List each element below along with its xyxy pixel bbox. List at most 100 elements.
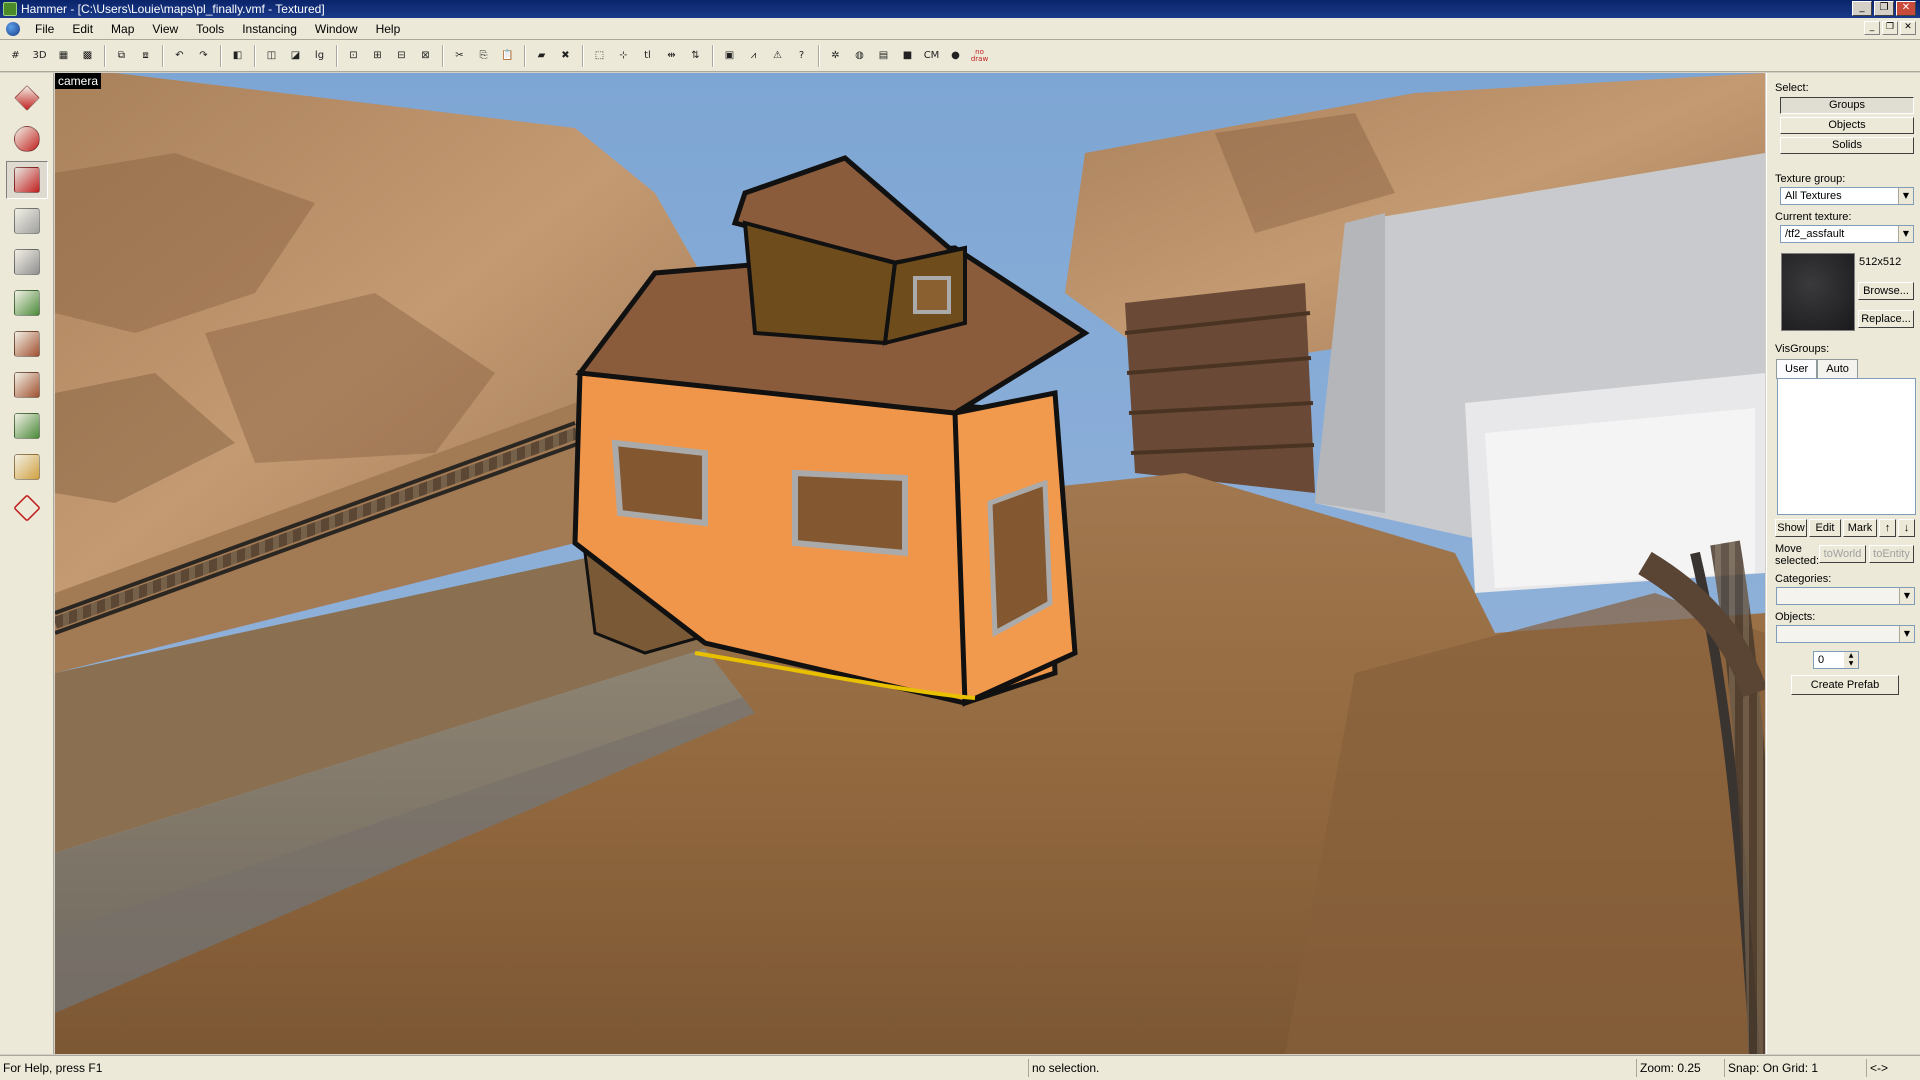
select-box-button[interactable]: ⬚ <box>588 44 611 67</box>
overlays-button[interactable]: ▤ <box>872 44 895 67</box>
to-world-button[interactable]: toWorld <box>1819 545 1866 563</box>
hide-unselected-button[interactable]: ◪ <box>284 44 307 67</box>
texture-application-button[interactable] <box>6 284 48 322</box>
select-objects-button[interactable]: Objects <box>1780 117 1914 134</box>
stepper-arrows[interactable]: ▲ ▼ <box>1844 652 1858 668</box>
minimize-button[interactable]: _ <box>1852 1 1872 16</box>
menu-file[interactable]: File <box>26 19 63 39</box>
cordon-clear-button[interactable]: ⊠ <box>414 44 437 67</box>
show-button[interactable]: Show <box>1775 519 1807 537</box>
hazard-stripe-button[interactable]: ▰ <box>530 44 553 67</box>
menu-instancing[interactable]: Instancing <box>233 19 306 39</box>
menu-window[interactable]: Window <box>306 19 367 39</box>
menu-help[interactable]: Help <box>367 19 410 39</box>
entity-report-button[interactable]: ⩘ <box>742 44 765 67</box>
categories-select[interactable]: ▼ <box>1776 587 1915 605</box>
replace-button[interactable]: Replace... <box>1858 310 1914 328</box>
tab-auto[interactable]: Auto <box>1817 359 1858 378</box>
close-button[interactable]: ✕ <box>1896 1 1916 16</box>
block-tool-button[interactable] <box>6 243 48 281</box>
doc-minimize-button[interactable]: _ <box>1864 21 1880 35</box>
prefab-count-stepper[interactable]: 0 ▲ ▼ <box>1813 651 1859 669</box>
menu-edit[interactable]: Edit <box>63 19 102 39</box>
objects-label: Objects: <box>1775 611 1816 623</box>
hazard-cross-button[interactable]: ✖ <box>554 44 577 67</box>
tab-user[interactable]: User <box>1776 359 1818 379</box>
3d-grid-icon: 3D <box>32 50 47 61</box>
move-up-button[interactable]: ↑ <box>1879 519 1896 537</box>
grid-smaller-button[interactable]: ▦ <box>52 44 75 67</box>
texture-group-select[interactable]: All Textures ▼ <box>1780 187 1914 205</box>
clipping-tool-button[interactable] <box>6 448 48 486</box>
menu-bar: File Edit Map View Tools Instancing Wind… <box>0 18 1920 40</box>
show-all-button[interactable]: lg <box>308 44 331 67</box>
check-problems-button[interactable]: ⚠ <box>766 44 789 67</box>
mark-button[interactable]: Mark <box>1843 519 1877 537</box>
current-texture-label: Current texture: <box>1775 211 1852 223</box>
apply-texture-button[interactable] <box>6 325 48 363</box>
texture-preview[interactable] <box>1781 253 1855 331</box>
group-icon: ⧉ <box>117 50 126 61</box>
texture-lock-button[interactable]: tl <box>636 44 659 67</box>
selection-tool-button[interactable] <box>6 79 48 117</box>
selection-tool-icon <box>14 85 40 111</box>
group-button[interactable]: ⧉ <box>110 44 133 67</box>
browse-button[interactable]: Browse... <box>1858 282 1914 300</box>
grid-toggle-button[interactable]: # <box>4 44 27 67</box>
edit-visgroup-button[interactable]: Edit <box>1809 519 1841 537</box>
redo-button[interactable]: ↷ <box>192 44 215 67</box>
align-icon: ⇅ <box>691 50 700 61</box>
vertex-tool-button[interactable] <box>6 489 48 527</box>
flip-button[interactable]: ⇹ <box>660 44 683 67</box>
object-properties-panel: Select: Groups Objects Solids Texture gr… <box>1766 73 1920 1054</box>
models-button[interactable]: ✲ <box>824 44 847 67</box>
paste-button[interactable]: 📋 <box>496 44 519 67</box>
cut-icon: ✂ <box>455 50 464 61</box>
entity-help-button[interactable]: ? <box>790 44 813 67</box>
current-texture-select[interactable]: /tf2_assfault ▼ <box>1780 225 1914 243</box>
main-toolbar: #3D ▦ ▩ ⧉ ⧈ ↶ ↷ ◧ ◫ ◪ lg ⊡ ⊞ ⊟ ⊠ ✂ ⎘ 📋 ▰ ✖ ⬚ ⊹ tl ⇹ ⇅ ▣ ⩘ ⚠? ✲ ◍ ▤ ■ CM ●… <box>0 40 1920 72</box>
restore-button[interactable]: ❐ <box>1874 1 1894 16</box>
cut-button[interactable]: ✂ <box>448 44 471 67</box>
menu-map[interactable]: Map <box>102 19 143 39</box>
3d-grid-button[interactable]: 3D <box>28 44 51 67</box>
toolbar-separator <box>582 44 584 67</box>
doc-restore-button[interactable]: ❐ <box>1882 21 1898 35</box>
carve-button[interactable]: ◧ <box>226 44 249 67</box>
portal-button[interactable]: ◍ <box>848 44 871 67</box>
run-button[interactable]: ● <box>944 44 967 67</box>
menu-tools[interactable]: Tools <box>187 19 233 39</box>
camera-tool-button[interactable] <box>6 161 48 199</box>
undo-button[interactable]: ↶ <box>168 44 191 67</box>
menu-view[interactable]: View <box>143 19 187 39</box>
displacement-button[interactable]: ■ <box>896 44 919 67</box>
create-prefab-button[interactable]: Create Prefab <box>1791 675 1899 695</box>
select-solids-button[interactable]: Solids <box>1780 137 1914 154</box>
decal-tool-button[interactable] <box>6 366 48 404</box>
no-draw-button[interactable]: no draw <box>968 44 991 67</box>
objects-select[interactable]: ▼ <box>1776 625 1915 643</box>
compile-button[interactable]: ▣ <box>718 44 741 67</box>
chevron-down-icon: ▼ <box>1898 188 1913 204</box>
camera-viewport[interactable]: camera <box>55 73 1765 1054</box>
magnify-tool-button[interactable] <box>6 120 48 158</box>
copy-button[interactable]: ⎘ <box>472 44 495 67</box>
overlays-icon: ▤ <box>878 50 889 61</box>
cubemap-button[interactable]: CM <box>920 44 943 67</box>
select-point-button[interactable]: ⊹ <box>612 44 635 67</box>
ungroup-button[interactable]: ⧈ <box>134 44 157 67</box>
document-icon[interactable] <box>6 21 20 36</box>
visgroup-list[interactable] <box>1777 378 1916 515</box>
entity-tool-button[interactable] <box>6 202 48 240</box>
align-button[interactable]: ⇅ <box>684 44 707 67</box>
overlay-tool-button[interactable] <box>6 407 48 445</box>
select-groups-button[interactable]: Groups <box>1780 97 1914 114</box>
to-entity-button[interactable]: toEntity <box>1869 545 1914 563</box>
hide-selected-button[interactable]: ◫ <box>260 44 283 67</box>
cordon-red-button[interactable]: ⊡ <box>342 44 365 67</box>
move-down-button[interactable]: ↓ <box>1898 519 1915 537</box>
cordon-button[interactable]: ⊞ <box>366 44 389 67</box>
doc-close-button[interactable]: ✕ <box>1900 21 1916 35</box>
grid-larger-button[interactable]: ▩ <box>76 44 99 67</box>
cordon-edit-button[interactable]: ⊟ <box>390 44 413 67</box>
